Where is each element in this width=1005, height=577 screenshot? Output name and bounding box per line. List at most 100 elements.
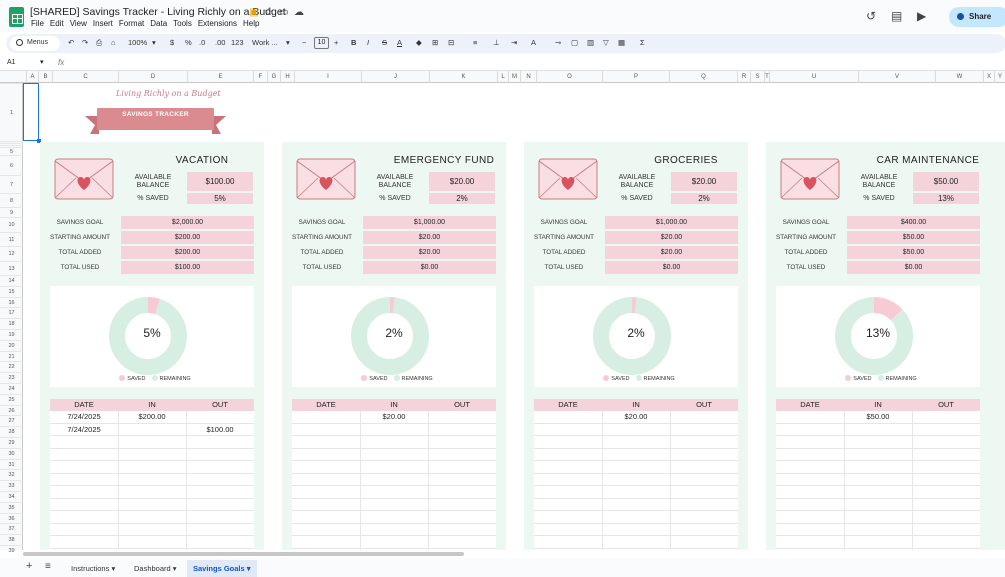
column-header-k[interactable]: K <box>429 71 497 83</box>
row-header-28[interactable]: 28 <box>0 426 23 437</box>
print-icon[interactable]: ⎙ <box>96 38 102 48</box>
filter-icon[interactable]: ▽ <box>603 38 609 47</box>
sheet-tab-dashboard[interactable]: Dashboard ▾ <box>128 560 183 577</box>
name-box[interactable]: A1 <box>7 59 16 66</box>
percent-button[interactable]: % <box>185 38 192 47</box>
decrease-decimal-button[interactable]: .0 <box>199 38 205 47</box>
row-header-5[interactable]: 5 <box>0 147 23 155</box>
functions-button[interactable]: Σ <box>640 38 645 47</box>
filter-views-icon[interactable]: ▦ <box>618 38 625 47</box>
move-folder-icon[interactable]: ▭ <box>279 7 288 18</box>
column-header-u[interactable]: U <box>769 71 858 83</box>
table-cell-date[interactable]: 7/24/2025 <box>50 411 118 423</box>
row-header-18[interactable]: 18 <box>0 318 23 329</box>
menu-insert[interactable]: Insert <box>93 19 113 28</box>
row-header-35[interactable]: 35 <box>0 501 23 513</box>
insert-comment-icon[interactable]: ▢ <box>571 38 578 47</box>
undo-icon[interactable]: ↶ <box>68 38 74 47</box>
row-header-9[interactable]: 9 <box>0 207 23 217</box>
history-icon[interactable]: ↺ <box>866 9 876 23</box>
column-header-l[interactable]: L <box>497 71 508 83</box>
paint-format-icon[interactable]: ⌂ <box>111 38 116 47</box>
row-header-25[interactable]: 25 <box>0 393 23 405</box>
column-header-w[interactable]: W <box>935 71 983 83</box>
column-header-j[interactable]: J <box>361 71 429 83</box>
currency-button[interactable]: $ <box>170 38 174 47</box>
row-header-34[interactable]: 34 <box>0 491 23 502</box>
column-header-g[interactable]: G <box>267 71 280 83</box>
column-header-x[interactable]: X <box>983 71 994 83</box>
document-title[interactable]: [SHARED] Savings Tracker - Living Richly… <box>30 6 286 18</box>
menu-file[interactable]: File <box>31 19 44 28</box>
row-header-7[interactable]: 7 <box>0 175 23 193</box>
row-header-36[interactable]: 36 <box>0 512 23 524</box>
row-header-8[interactable]: 8 <box>0 193 23 207</box>
fill-color-icon[interactable]: ◆ <box>416 38 422 47</box>
row-header-39[interactable]: 39 <box>0 545 23 556</box>
row-header-32[interactable]: 32 <box>0 469 23 480</box>
table-cell-in[interactable]: $20.00 <box>360 411 428 423</box>
menu-view[interactable]: View <box>70 19 87 28</box>
row-header-37[interactable]: 37 <box>0 523 23 534</box>
vertical-align-icon[interactable]: ⊥ <box>493 38 500 47</box>
insert-chart-icon[interactable]: ▥ <box>587 38 594 47</box>
font-size-decrease-icon[interactable]: − <box>302 38 306 47</box>
row-header-15[interactable]: 15 <box>0 285 23 297</box>
menu-format[interactable]: Format <box>119 19 144 28</box>
column-header-q[interactable]: Q <box>669 71 737 83</box>
row-header-12[interactable]: 12 <box>0 246 23 261</box>
column-header-b[interactable]: B <box>38 71 52 83</box>
row-header-20[interactable]: 20 <box>0 339 23 351</box>
font-size-input[interactable]: 10 <box>314 37 329 49</box>
font-size-increase-icon[interactable]: + <box>334 38 338 47</box>
add-sheet-icon[interactable]: + <box>26 560 32 572</box>
column-header-e[interactable]: E <box>187 71 253 83</box>
column-header-n[interactable]: N <box>520 71 536 83</box>
column-header-d[interactable]: D <box>118 71 187 83</box>
row-header-22[interactable]: 22 <box>0 361 23 372</box>
row-header-16[interactable]: 16 <box>0 296 23 308</box>
row-header-19[interactable]: 19 <box>0 329 23 340</box>
column-header-o[interactable]: O <box>536 71 602 83</box>
increase-decimal-button[interactable]: .00 <box>215 38 225 47</box>
row-header-24[interactable]: 24 <box>0 383 23 394</box>
comments-icon[interactable]: ▤ <box>891 9 902 23</box>
column-header-h[interactable]: H <box>280 71 294 83</box>
meet-icon[interactable]: ▶ <box>917 9 926 23</box>
table-cell-in[interactable]: $200.00 <box>118 411 186 423</box>
star-icon[interactable]: ☆ <box>264 7 273 18</box>
insert-link-icon[interactable]: ⊸ <box>555 38 561 47</box>
redo-icon[interactable]: ↷ <box>82 38 88 47</box>
row-header-13[interactable]: 13 <box>0 261 23 275</box>
font-select[interactable]: Work ... <box>252 38 278 47</box>
column-header-y[interactable]: Y <box>994 71 1005 83</box>
selected-cell-a1[interactable] <box>23 83 39 141</box>
table-cell-out[interactable]: $100.00 <box>186 424 254 436</box>
column-header-c[interactable]: C <box>52 71 118 83</box>
menus-search-button[interactable]: Menus <box>10 36 60 51</box>
column-header-f[interactable]: F <box>253 71 267 83</box>
row-header-38[interactable]: 38 <box>0 534 23 545</box>
menu-tools[interactable]: Tools <box>173 19 192 28</box>
row-header-33[interactable]: 33 <box>0 480 23 491</box>
row-header-1[interactable]: 1 <box>0 83 23 141</box>
column-header-p[interactable]: P <box>602 71 669 83</box>
column-header-r[interactable]: R <box>737 71 750 83</box>
bold-button[interactable]: B <box>351 38 356 47</box>
borders-icon[interactable]: ⊞ <box>432 38 438 47</box>
table-cell-in[interactable]: $50.00 <box>844 411 912 423</box>
row-header-21[interactable]: 21 <box>0 350 23 362</box>
menu-data[interactable]: Data <box>150 19 167 28</box>
column-header-v[interactable]: V <box>858 71 935 83</box>
merge-cells-icon[interactable]: ⊟ <box>448 38 454 47</box>
row-header-23[interactable]: 23 <box>0 372 23 383</box>
horizontal-align-icon[interactable]: ≡ <box>473 38 477 47</box>
sheet-tab-savings-goals[interactable]: Savings Goals ▾ <box>187 560 257 577</box>
column-header-a[interactable]: A <box>26 71 38 83</box>
menu-extensions[interactable]: Extensions <box>198 19 237 28</box>
column-header-i[interactable]: I <box>294 71 361 83</box>
number-format-button[interactable]: 123 <box>231 38 244 47</box>
menu-edit[interactable]: Edit <box>50 19 64 28</box>
row-header-17[interactable]: 17 <box>0 307 23 318</box>
row-header-27[interactable]: 27 <box>0 415 23 426</box>
